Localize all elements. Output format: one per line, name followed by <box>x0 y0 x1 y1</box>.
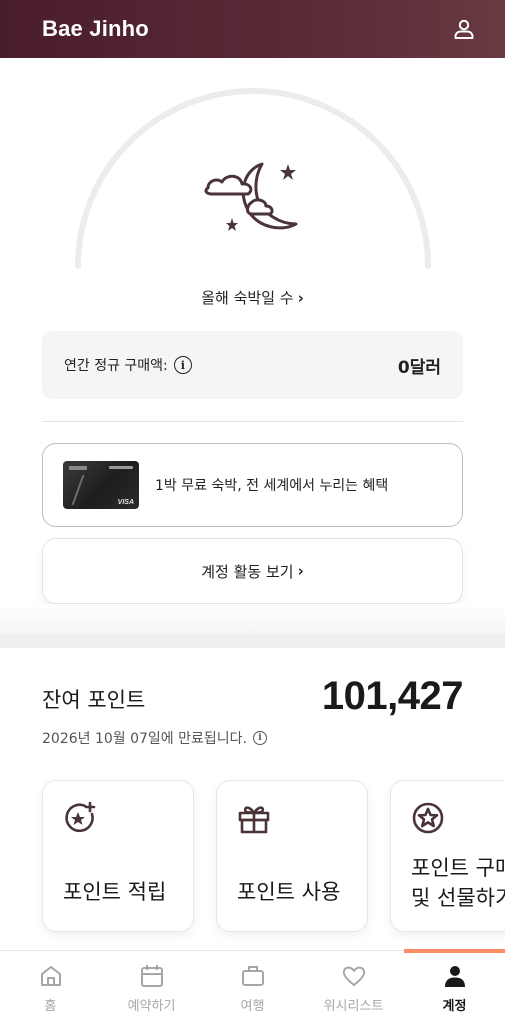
nav-home-label: 홈 <box>44 999 57 1014</box>
info-icon[interactable]: i <box>252 731 267 745</box>
nav-booking-label: 예약하기 <box>127 999 176 1014</box>
annual-spend-label: 연간 정규 구매액: <box>64 358 168 374</box>
buy-gift-points-tile[interactable]: 포인트 구매 및 선물하기 <box>390 780 505 932</box>
star-circle-icon <box>412 802 444 834</box>
divider <box>42 421 463 422</box>
chevron-right-icon: › <box>297 562 304 580</box>
nav-trips-label: 여행 <box>240 999 265 1014</box>
annual-spend-box: 연간 정규 구매액: i 0달러 <box>42 331 463 399</box>
use-points-tile[interactable]: 포인트 사용 <box>216 780 368 932</box>
credit-card-image: VISA <box>63 461 139 509</box>
bottom-navigation: 홈 예약하기 여행 위시리스트 계정 <box>0 949 505 1024</box>
account-page: Bae Jinho 올해 숙박일 수 › 연간 정규 구매액: i 0달러 VI… <box>0 0 505 1024</box>
home-icon <box>40 966 61 986</box>
person-outline-icon <box>454 19 474 39</box>
view-account-activity-button[interactable]: 계정 활동 보기 › <box>42 538 463 604</box>
user-name: Bae Jinho <box>42 16 149 41</box>
nav-account[interactable]: 계정 <box>404 949 505 1024</box>
moon-stars-cloud-icon <box>204 162 298 231</box>
chevron-right-icon: › <box>297 289 304 307</box>
annual-spend-label-group: 연간 정규 구매액: i <box>64 355 192 375</box>
earn-points-tile[interactable]: 포인트 적립 <box>42 780 194 932</box>
nav-trips[interactable]: 여행 <box>202 951 303 1024</box>
buy-gift-points-label: 포인트 구매 및 선물하기 <box>411 853 505 913</box>
nights-this-year-link[interactable]: 올해 숙박일 수 › <box>0 287 505 308</box>
use-points-label: 포인트 사용 <box>237 880 341 904</box>
briefcase-icon <box>241 966 264 986</box>
annual-spend-value: 0달러 <box>397 357 441 378</box>
activity-button-label: 계정 활동 보기 <box>201 562 294 581</box>
earn-points-label: 포인트 적립 <box>63 880 167 904</box>
info-icon[interactable]: i <box>173 356 192 374</box>
buy-gift-points-label-line1: 포인트 구매 <box>411 856 505 880</box>
points-expiry: 2026년 10월 07일에 만료됩니다. i <box>42 728 267 748</box>
star-plus-icon <box>65 801 96 833</box>
person-filled-icon <box>444 966 465 987</box>
nav-wishlist[interactable]: 위시리스트 <box>303 951 404 1024</box>
profile-button[interactable] <box>449 14 479 44</box>
buy-gift-points-label-line2: 및 선물하기 <box>411 886 505 910</box>
points-expiry-text: 2026년 10월 07일에 만료됩니다. <box>42 731 247 747</box>
nav-booking[interactable]: 예약하기 <box>101 951 202 1024</box>
calendar-icon <box>140 965 163 987</box>
points-balance: 101,427 <box>321 674 464 718</box>
section-separator <box>0 634 505 648</box>
nights-label: 올해 숙박일 수 <box>201 289 294 307</box>
credit-card-promo[interactable]: VISA 1박 무료 숙박, 전 세계에서 누리는 혜택 <box>42 443 463 527</box>
nav-wishlist-label: 위시리스트 <box>323 999 384 1014</box>
nav-home[interactable]: 홈 <box>0 951 101 1024</box>
points-title: 잔여 포인트 <box>42 688 146 712</box>
heart-icon <box>342 966 365 986</box>
top-header: Bae Jinho <box>0 0 505 58</box>
section-fade <box>0 604 505 634</box>
nav-account-label: 계정 <box>442 999 467 1014</box>
card-brand: VISA <box>117 499 134 506</box>
card-promo-text: 1박 무료 숙박, 전 세계에서 누리는 혜택 <box>155 478 389 494</box>
gift-icon <box>238 806 270 834</box>
